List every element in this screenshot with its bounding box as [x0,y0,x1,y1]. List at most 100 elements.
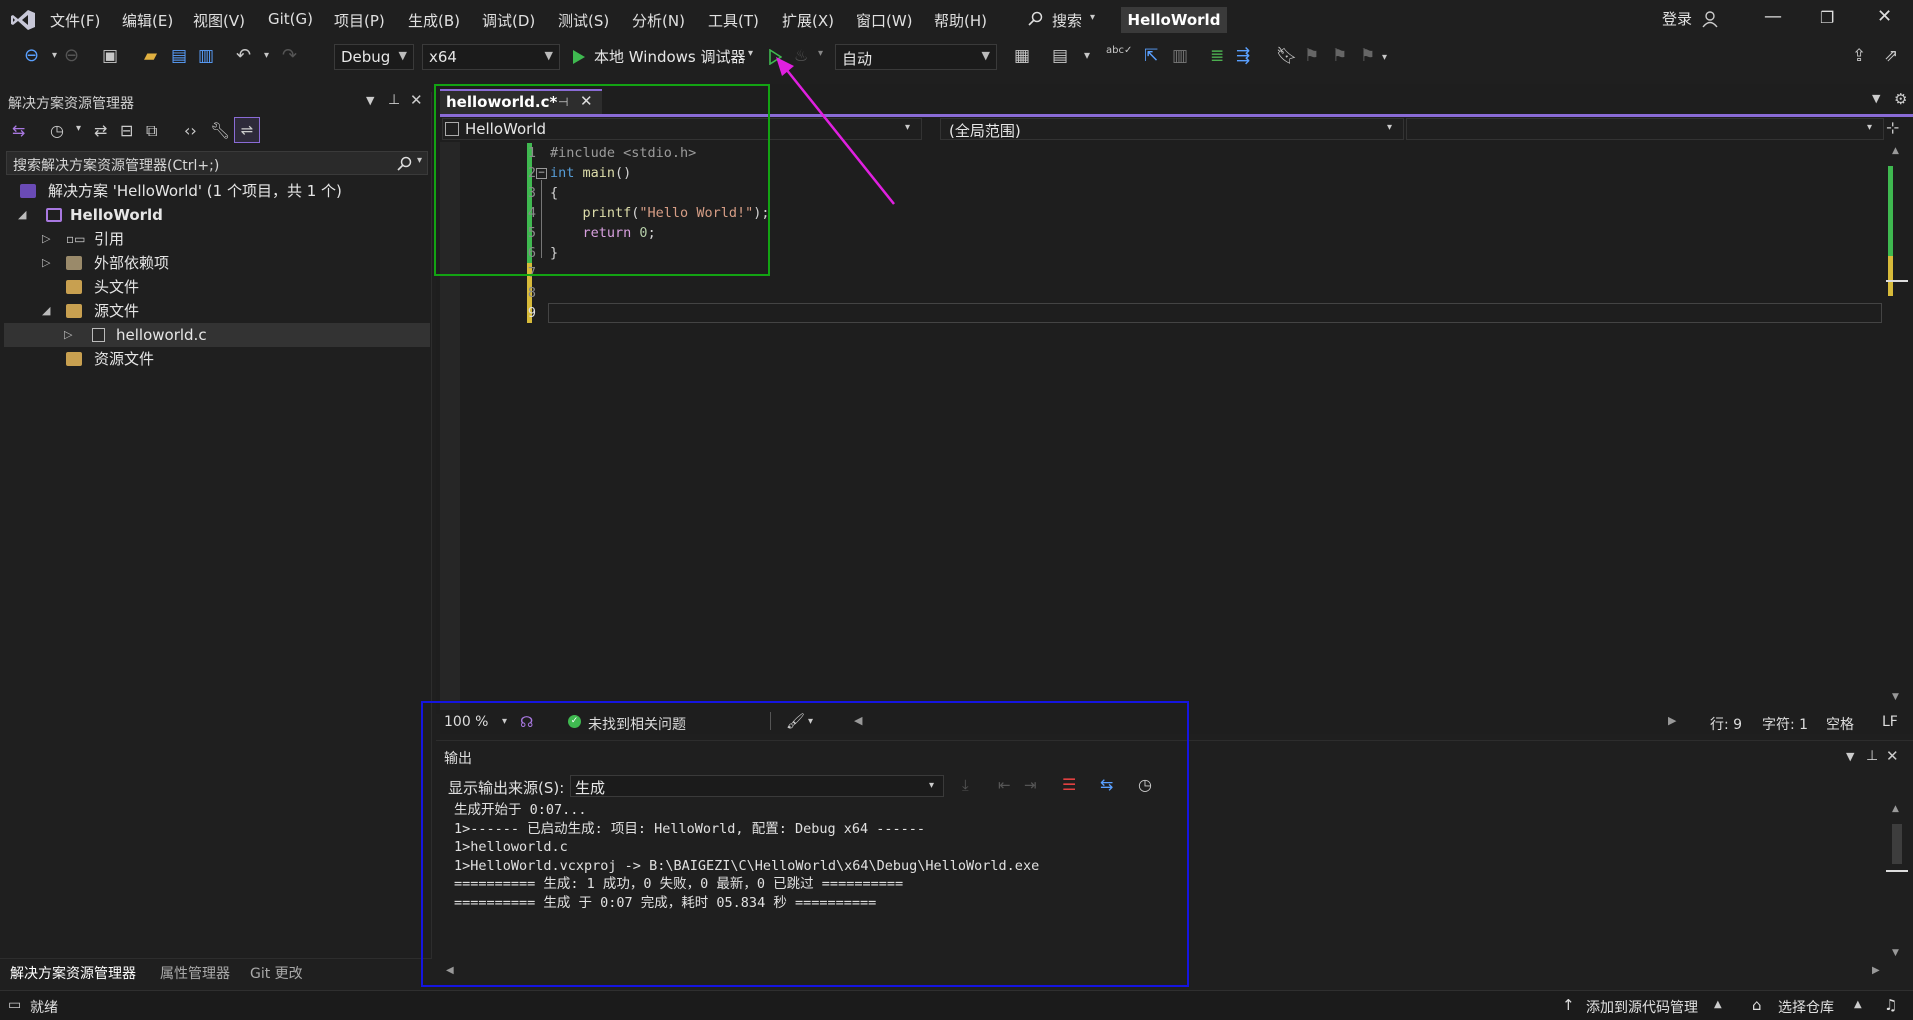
chevron-down-icon[interactable]: ▼ [1872,92,1880,105]
bookmark-icon[interactable]: 🔖︎ [1276,46,1298,66]
clear-all-icon[interactable]: ☰ [1062,775,1076,794]
next-bookmark-icon[interactable]: ⚑ [1332,46,1347,66]
split-icon[interactable]: ⊹ [1886,118,1899,137]
notification-icon[interactable]: ♫ [1884,996,1897,1014]
menu-item[interactable]: 扩展(X) [782,10,834,31]
start-debug-button[interactable]: 本地 Windows 调试器 ▾ [568,46,760,68]
collapsed-arrow-icon[interactable]: ▷ [64,323,72,347]
chevron-down-icon[interactable]: ▾ [76,123,81,134]
tree-item-resource-files[interactable]: 资源文件 [4,347,430,371]
output-line[interactable]: ========== 生成 于 0:07 完成，耗时 05.834 秒 ====… [454,894,876,913]
login-link[interactable]: 登录 [1662,8,1692,29]
code-line-5[interactable]: return 0; [550,223,656,243]
open-folder-icon[interactable]: ▰ [144,46,157,66]
scroll-right-icon[interactable]: ▶ [1872,965,1880,976]
sync-icon[interactable]: ⇄ [94,121,107,140]
spellcheck-icon[interactable]: abc✓ [1106,45,1132,56]
scroll-left-icon[interactable]: ◀ [446,965,454,976]
nav-member-select[interactable]: ▾ [1406,118,1884,140]
tree-item-header-files[interactable]: 头文件 [4,275,430,299]
menu-item[interactable]: 工具(T) [708,10,759,31]
scroll-up-icon[interactable]: ▲ [1892,804,1899,814]
tree-item-helloworld-c[interactable]: ▷ helloworld.c [4,323,430,347]
platform-select[interactable]: x64 ▼ [422,44,560,70]
scroll-up-icon[interactable]: ▲ [1892,146,1899,156]
expanded-arrow-icon[interactable]: ◢ [42,299,50,323]
switch-views-icon[interactable]: ⇆ [12,121,25,140]
undo-icon[interactable]: ↶ [236,46,251,66]
menu-item[interactable]: 项目(P) [334,10,385,31]
chevron-down-icon[interactable]: ▾ [1084,48,1090,62]
menu-item[interactable]: 生成(B) [408,10,460,31]
menu-item[interactable]: Git(G) [268,10,313,28]
chevron-down-icon[interactable]: ▾ [808,716,813,727]
next-message-icon[interactable]: ⇥ [1024,776,1037,794]
code-line-2[interactable]: int main() [550,163,631,183]
close-button[interactable]: ✕ [1877,6,1892,27]
search-button[interactable]: 搜索 ▾ [1024,8,1124,30]
outdent-icon[interactable]: ≣ [1210,46,1224,66]
scroll-left-icon[interactable]: ◀ [854,714,862,727]
chevron-down-icon[interactable]: ▾ [52,46,57,66]
output-line[interactable]: 1>------ 已启动生成: 项目: HelloWorld, 配置: Debu… [454,820,925,839]
account-icon[interactable] [1702,10,1720,28]
indent-icon[interactable]: ⇶ [1236,46,1250,66]
scroll-thumb[interactable] [1892,824,1902,864]
new-project-icon[interactable]: ▣ [102,46,118,66]
save-icon[interactable]: ▤ [171,46,187,66]
add-to-source-control[interactable]: 添加到源代码管理 [1586,997,1698,1017]
output-line[interactable]: 生成开始于 0:07... [454,801,587,820]
eol-indicator[interactable]: LF [1882,714,1898,730]
collapse-all-icon[interactable]: ⊟ [120,121,133,140]
chevron-down-icon[interactable]: ▾ [502,716,507,727]
chevron-down-icon[interactable]: ▼ [366,94,374,107]
brush-icon[interactable]: 🖌︎ [786,712,805,730]
collapsed-arrow-icon[interactable]: ▷ [42,227,50,251]
tab-git-changes[interactable]: Git 更改 [250,963,303,983]
collapsed-arrow-icon[interactable]: ▷ [42,251,50,275]
menu-item[interactable]: 分析(N) [632,10,685,31]
tree-item-external-deps[interactable]: ▷ 外部依赖项 [4,251,430,275]
menu-item[interactable]: 窗口(W) [856,10,913,31]
close-icon[interactable]: ✕ [1886,747,1899,765]
output-line[interactable]: 1>helloworld.c [454,838,568,857]
solution-root-node[interactable]: 解决方案 'HelloWorld' (1 个项目，共 1 个) [4,179,430,203]
config-select[interactable]: Debug ▼ [334,44,414,70]
menu-item[interactable]: 编辑(E) [122,10,173,31]
clear-bookmark-icon[interactable]: ⚑ [1360,46,1375,66]
code-line-3[interactable]: { [550,183,558,203]
collapse-icon[interactable]: − [536,168,547,179]
project-node[interactable]: ◢ HelloWorld [4,203,430,227]
code-line-1[interactable]: #include <stdio.h> [550,143,696,163]
restore-button[interactable]: ❐ [1820,8,1834,27]
column-indicator[interactable]: 字符: 1 [1762,714,1808,734]
chevron-down-icon[interactable]: ▾ [1382,52,1387,63]
tab-property-manager[interactable]: 属性管理器 [160,963,230,983]
goto-location-icon[interactable]: ⤓ [962,776,969,794]
close-icon[interactable]: ✕ [410,91,423,109]
tree-item-source-files[interactable]: ◢ 源文件 [4,299,430,323]
save-all-icon[interactable]: ▥ [198,46,214,66]
breakpoints-icon[interactable]: ▥ [1172,46,1188,66]
chevron-down-icon[interactable]: ▼ [1846,750,1854,763]
code-line-4[interactable]: printf("Hello World!"); [550,203,770,223]
zoom-level[interactable]: 100 % [444,714,488,730]
timestamp-icon[interactable]: ◷ [1138,775,1152,794]
back-icon[interactable]: ⊖ [24,46,39,66]
scroll-down-icon[interactable]: ▼ [1892,948,1899,958]
close-icon[interactable]: ✕ [580,92,593,110]
output-scrollbar[interactable]: ▲ ▼ [1886,800,1908,966]
tab-solution-explorer[interactable]: 解决方案资源管理器 [10,963,136,983]
arrow-up-icon[interactable]: ↑ [1562,996,1575,1014]
pin-icon[interactable]: ⊥ [1866,748,1878,764]
row-indicator[interactable]: 行: 9 [1710,714,1742,734]
preview-selected-icon[interactable]: ⇌ [234,117,260,143]
output-line[interactable]: 1>HelloWorld.vcxproj -> B:\BAIGEZI\C\Hel… [454,857,1039,876]
minimize-button[interactable]: — [1764,6,1782,27]
browse-icon[interactable]: ▦ [1014,46,1030,66]
solution-search-box[interactable]: 搜索解决方案资源管理器(Ctrl+;) ▾ [6,151,428,175]
redo-icon[interactable]: ↷ [282,46,297,66]
scroll-down-icon[interactable]: ▼ [1892,692,1899,702]
pin-icon[interactable]: ⊥ [388,92,400,108]
live-share-icon[interactable]: ⇗ [1884,46,1898,66]
